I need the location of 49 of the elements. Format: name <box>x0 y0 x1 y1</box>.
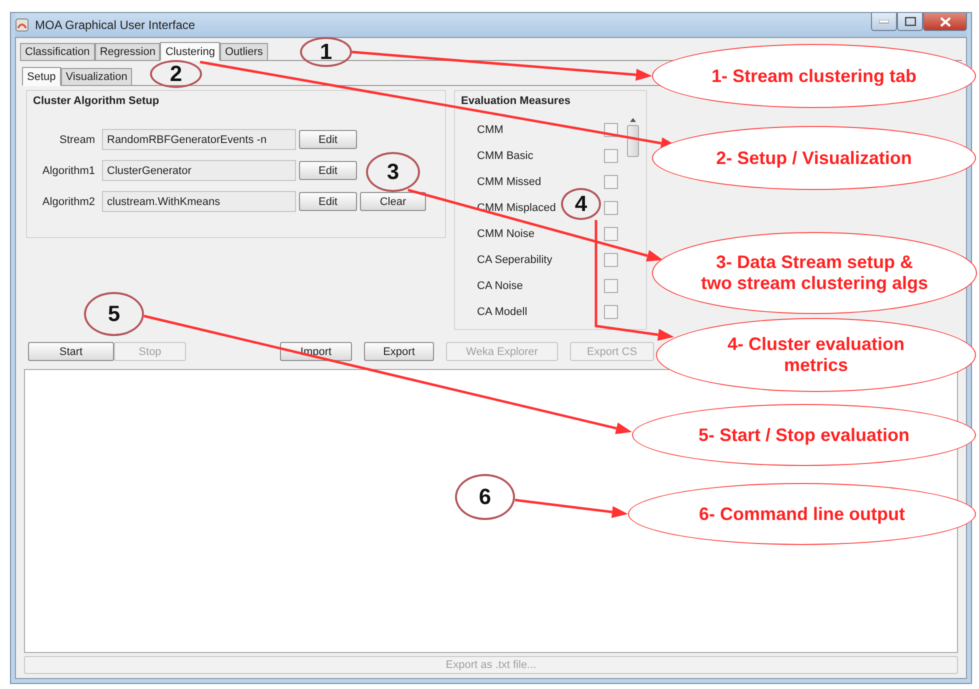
field-label: Algorithm2 <box>41 196 96 208</box>
number-circle: 6 <box>455 474 515 520</box>
maximize-icon <box>904 17 916 26</box>
checkbox[interactable] <box>604 227 618 241</box>
tab[interactable]: Outliers <box>220 43 268 60</box>
maximize-button[interactable] <box>897 13 923 31</box>
input-field[interactable]: clustream.WithKmeans <box>102 191 296 212</box>
panel-title: Cluster Algorithm Setup <box>33 95 160 107</box>
measure-label: CA Modell <box>477 306 528 318</box>
tab[interactable]: Clustering <box>160 42 220 61</box>
app-icon <box>15 18 29 32</box>
scroll-up-icon[interactable] <box>629 117 637 123</box>
close-icon <box>940 16 950 26</box>
number-circle: 4 <box>561 188 601 220</box>
measure-label: CA Seperability <box>477 254 552 266</box>
number-circle: 5 <box>84 292 144 336</box>
edit-button[interactable]: Edit <box>299 192 357 211</box>
edit-button[interactable]: Edit <box>299 130 357 149</box>
measure-label: CMM Missed <box>477 176 542 188</box>
close-button[interactable] <box>923 13 967 31</box>
input-field[interactable]: ClusterGenerator <box>102 160 296 181</box>
tab[interactable]: Visualization <box>60 68 132 85</box>
edit-button[interactable]: Edit <box>299 161 357 180</box>
number-circle: 2 <box>150 60 202 88</box>
minimize-button[interactable] <box>871 13 897 31</box>
input-field[interactable]: RandomRBFGeneratorEvents -n <box>102 129 296 150</box>
window-title: MOA Graphical User Interface <box>35 18 196 32</box>
number-circle: 3 <box>366 152 420 192</box>
tab[interactable]: Setup <box>22 67 61 86</box>
field-label: Stream <box>58 134 96 146</box>
checkbox[interactable] <box>604 149 618 163</box>
measure-label: CMM Noise <box>477 228 534 240</box>
checkbox[interactable] <box>604 201 618 215</box>
checkbox[interactable] <box>604 305 618 319</box>
action-button[interactable]: Export <box>364 342 434 361</box>
number-circle: 1 <box>300 37 352 67</box>
measure-label: CMM Basic <box>477 150 534 162</box>
field-label: Algorithm1 <box>41 164 96 176</box>
measure-label: CMM <box>477 124 504 136</box>
minimize-icon <box>879 20 889 24</box>
tab[interactable]: Regression <box>94 43 160 60</box>
action-button[interactable]: Start <box>28 342 114 361</box>
checkbox[interactable] <box>604 253 618 267</box>
clear-button[interactable]: Clear <box>360 192 426 211</box>
checkbox[interactable] <box>604 175 618 189</box>
panel-title: Evaluation Measures <box>461 95 572 107</box>
measure-label: CA Noise <box>477 280 523 292</box>
checkbox[interactable] <box>604 279 618 293</box>
tab[interactable]: Classification <box>20 43 95 60</box>
